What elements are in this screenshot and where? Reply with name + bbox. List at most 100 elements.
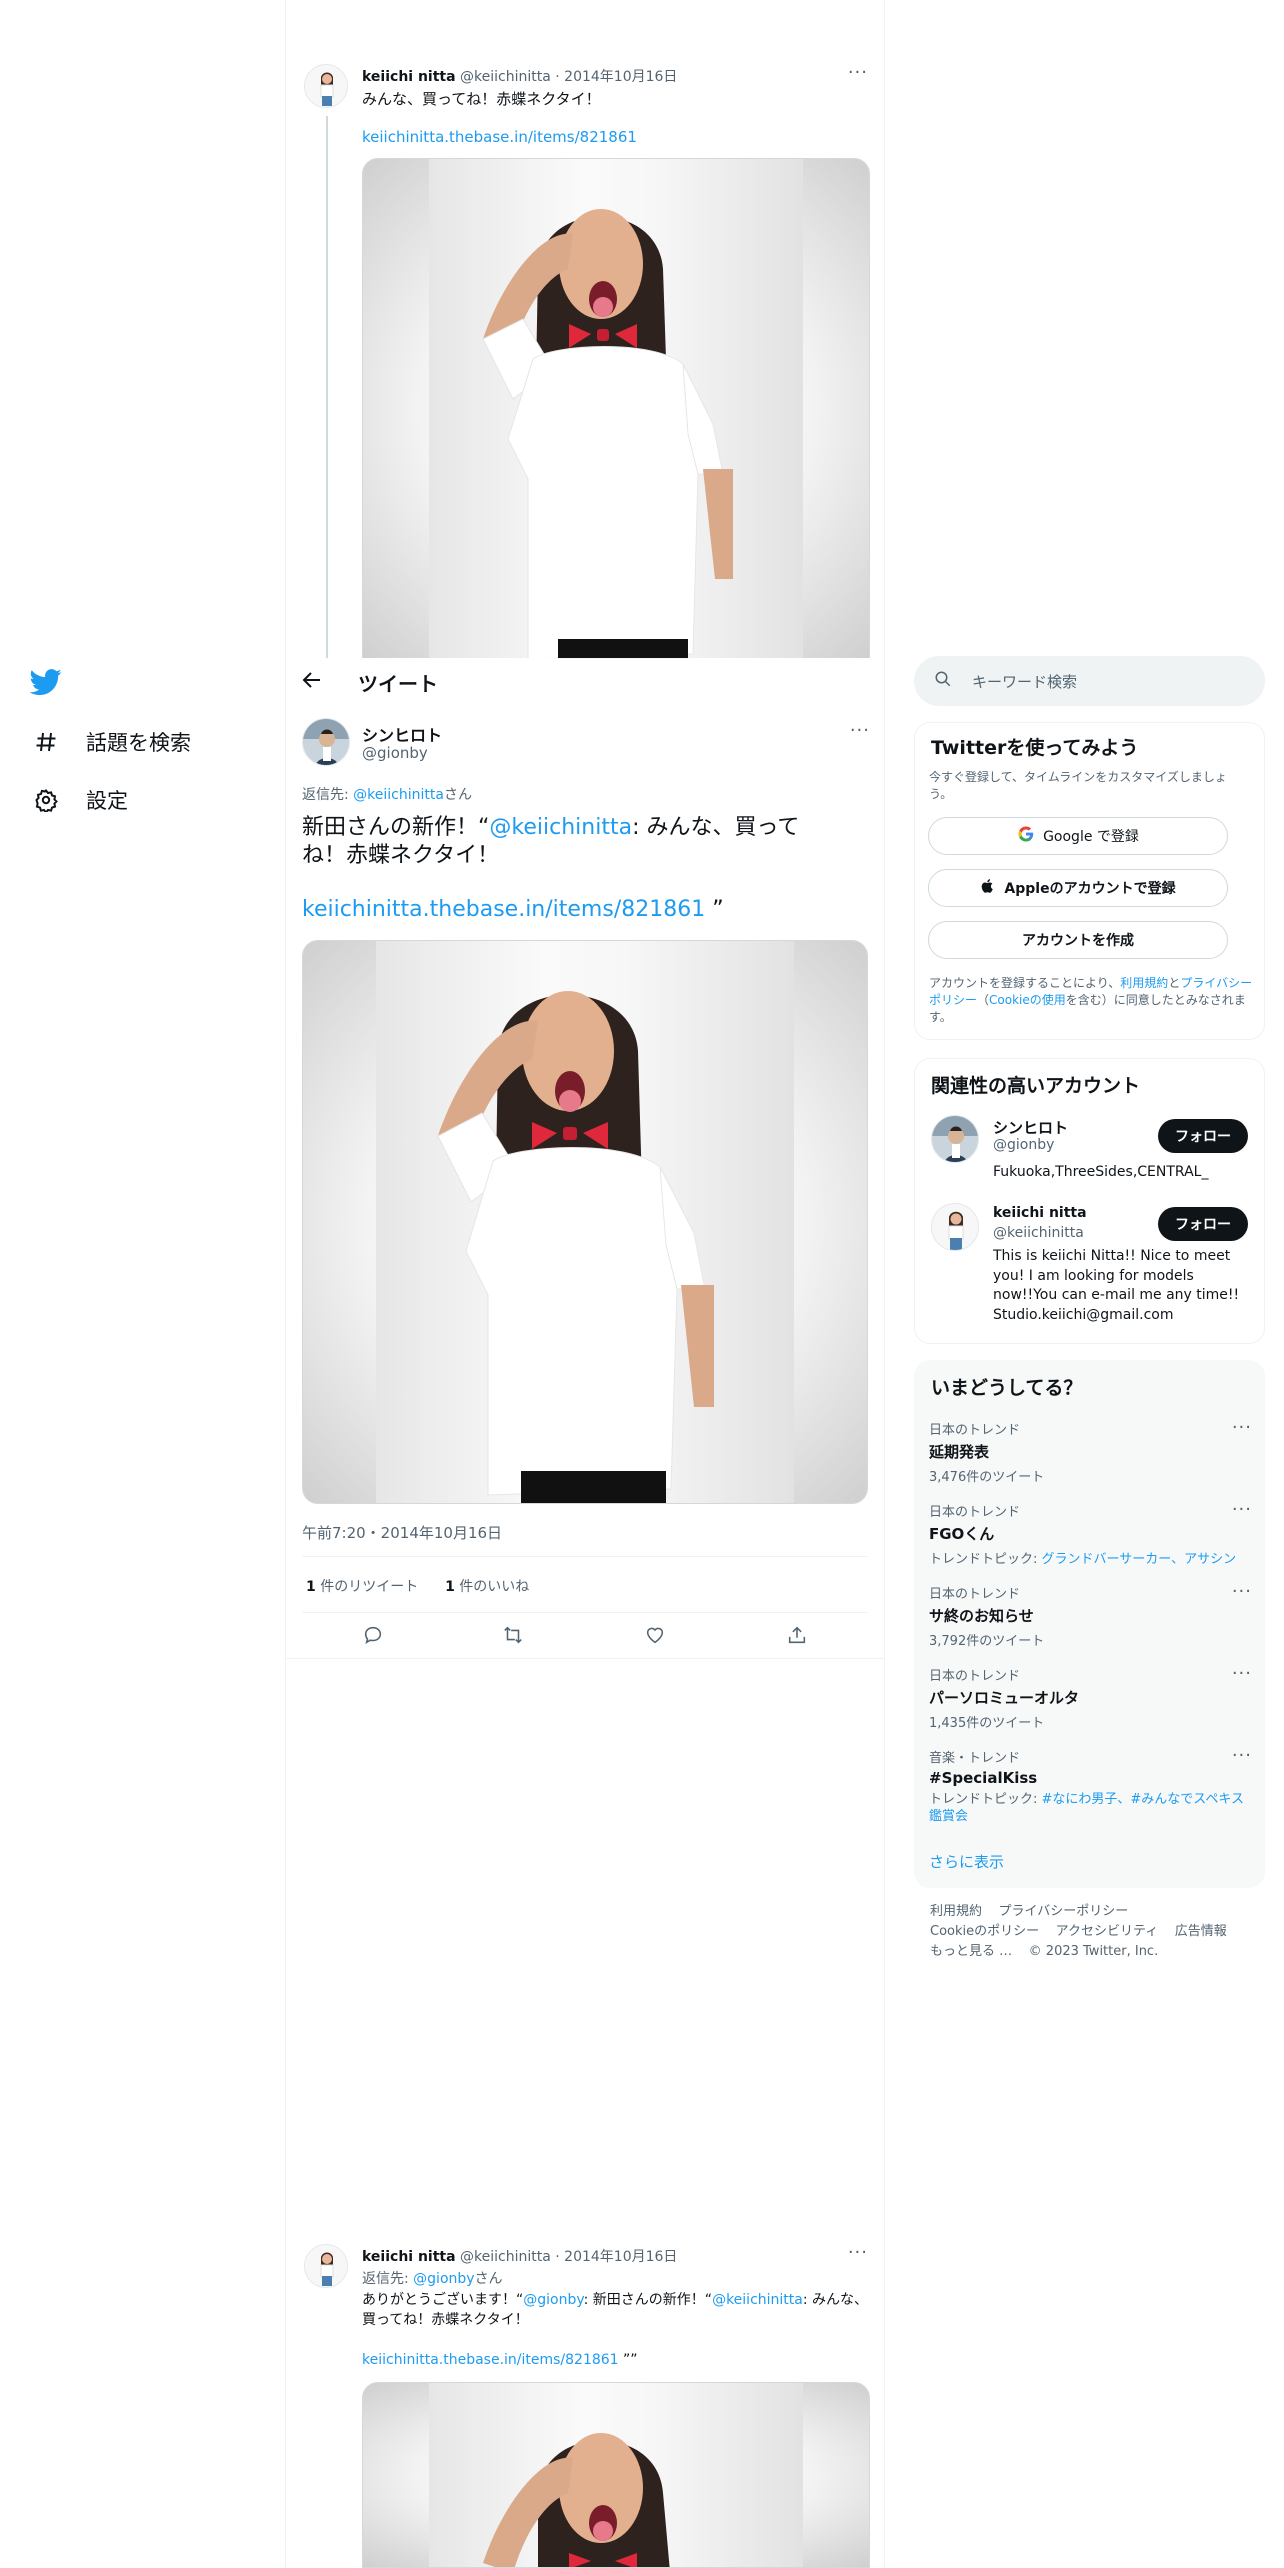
author-name[interactable]: シンヒロト [362,722,442,746]
account-handle[interactable]: @keiichinitta [993,1225,1084,1241]
account-name[interactable]: keiichi nitta [993,1205,1087,1221]
trend-meta: トレンドトピック: グランドバーサーカー、アサシン [929,1548,1254,1567]
account-row[interactable]: シンヒロト @gionby フォロー Fukuoka,ThreeSides,CE… [915,1113,1264,1199]
tweet-date[interactable]: 2014年10月16日 [564,2249,677,2265]
follow-button[interactable]: フォロー [1158,1207,1248,1241]
more-options-icon[interactable]: ··· [1232,1581,1252,1602]
reply-tweet[interactable]: keiichi nitta @keiichinitta · 2014年10月16… [302,2240,872,2568]
trends-title: いまどうしてる？ [931,1377,1083,1399]
tweet-photo[interactable] [362,2382,870,2568]
reply-mention[interactable]: @keiichinitta [353,787,444,803]
terms-link[interactable]: 利用規約 [1120,976,1168,990]
tweet-photo[interactable] [302,940,868,1504]
footer-link[interactable]: 広告情報 [1175,1924,1227,1939]
mention-link[interactable]: @gionby [523,2292,583,2308]
more-options-icon[interactable]: ··· [1232,1745,1252,1766]
create-account-button[interactable]: アカウントを作成 [928,921,1228,959]
avatar[interactable] [304,2244,348,2288]
trend-topic-link[interactable]: グランドバーサーカー、アサシン [1042,1552,1237,1567]
tweet-photo[interactable] [362,158,870,660]
terms-text: と [1168,976,1181,990]
terms-text: （ [977,993,990,1007]
retweet-stat[interactable]: 1 件のリツイート [306,1579,418,1595]
mention-link[interactable]: @keiichinitta [712,2292,803,2308]
follow-button[interactable]: フォロー [1158,1119,1248,1153]
retweet-label: 件のリツイート [315,1579,419,1595]
trend-item[interactable]: 日本のトレンド 延期発表 3,476件のツイート ··· [929,1417,1254,1485]
like-icon[interactable] [644,1624,666,1650]
trend-meta: トレンドトピック: #なにわ男子、#みんなでスペキス鑑賞会 [929,1791,1254,1825]
footer-link[interactable]: プライバシーポリシー [999,1904,1129,1919]
trend-meta-prefix: トレンドトピック: [929,1552,1042,1567]
copyright: © 2023 Twitter, Inc. [1028,1944,1159,1959]
trend-name: 延期発表 [929,1443,990,1461]
author-name[interactable]: keiichi nitta [362,69,456,85]
reply-mention[interactable]: @gionby [413,2271,474,2287]
tweet-timestamp[interactable]: 午前7:20・2014年10月16日 [302,1522,502,1543]
cookie-link[interactable]: Cookieの使用 [989,993,1066,1007]
more-options-icon[interactable]: ··· [848,62,868,83]
separator: · [555,69,560,85]
parent-tweet[interactable]: keiichi nitta @keiichinitta · 2014年10月16… [302,60,872,660]
tweet-link[interactable]: keiichinitta.thebase.in/items/821861 [302,897,705,922]
signup-title: Twitterを使ってみよう [931,737,1139,759]
account-row[interactable]: keiichi nitta @keiichinitta フォロー This is… [915,1201,1264,1341]
reply-prefix: 返信先: [362,2271,414,2287]
back-arrow-icon[interactable] [300,668,328,696]
divider [286,1658,884,1659]
apple-signup-button[interactable]: Appleのアカウントで登録 [928,869,1228,907]
avatar[interactable] [931,1203,979,1251]
reply-icon[interactable] [362,1624,384,1650]
share-icon[interactable] [786,1624,808,1650]
twitter-logo-icon[interactable] [29,666,66,702]
text-part: ありがとうございます！“ [362,2292,524,2308]
reply-context: 返信先: @keiichinittaさん [302,784,472,804]
trend-item[interactable]: 日本のトレンド FGOくん トレンドトピック: グランドバーサーカー、アサシン … [929,1499,1254,1567]
tweet-link[interactable]: keiichinitta.thebase.in/items/821861 [362,2352,619,2368]
retweet-icon[interactable] [502,1624,524,1650]
google-signup-label: Google で登録 [1043,829,1139,845]
sidebar-footer: 利用規約 プライバシーポリシー Cookieのポリシー アクセシビリティ 広告情… [930,1902,1260,1962]
trend-item[interactable]: 音楽・トレンド #SpecialKiss トレンドトピック: #なにわ男子、#み… [929,1745,1254,1825]
trend-meta: 3,792件のツイート [929,1634,1045,1649]
show-more-link[interactable]: さらに表示 [929,1851,1004,1872]
search-box[interactable]: キーワード検索 [914,656,1265,706]
gear-icon [32,786,60,814]
author-name[interactable]: keiichi nitta [362,2249,456,2265]
nav-item-label: 話題を検索 [86,731,191,755]
search-input[interactable]: キーワード検索 [972,671,1077,692]
footer-link[interactable]: 利用規約 [930,1904,982,1919]
avatar[interactable] [304,64,348,108]
tweet-link[interactable]: keiichinitta.thebase.in/items/821861 [362,128,637,146]
more-options-icon[interactable]: ··· [850,720,870,741]
nav-item-explore[interactable]: 話題を検索 [32,727,191,757]
related-accounts-card: 関連性の高いアカウント シンヒロト @gionby フォロー Fukuoka,T… [914,1058,1265,1344]
avatar[interactable] [931,1115,979,1163]
trend-category: 音楽・トレンド [929,1751,1021,1766]
tweet-text: ありがとうございます！“@gionby: 新田さんの新作！“@keiichini… [362,2290,870,2330]
mention-link[interactable]: @keiichinitta [489,815,632,840]
trend-meta-prefix: トレンドトピック: [929,1792,1042,1807]
footer-link[interactable]: アクセシビリティ [1056,1924,1159,1939]
action-bar [302,1620,868,1658]
footer-link[interactable]: もっと見る … [930,1944,1012,1959]
more-options-icon[interactable]: ··· [1232,1417,1252,1438]
account-handle[interactable]: @gionby [993,1137,1054,1153]
text-part: : 新田さんの新作！“ [583,2292,713,2308]
author-handle[interactable]: @gionby [362,744,428,762]
footer-link[interactable]: Cookieのポリシー [930,1924,1039,1939]
google-signup-button[interactable]: Google で登録 [928,817,1228,855]
author-handle[interactable]: @keiichinitta [460,2249,551,2265]
apple-signup-label: Appleのアカウントで登録 [1004,881,1176,897]
author-handle[interactable]: @keiichinitta [460,69,551,85]
trend-item[interactable]: 日本のトレンド パーソロミューオルタ 1,435件のツイート ··· [929,1663,1254,1731]
more-options-icon[interactable]: ··· [1232,1663,1252,1684]
more-options-icon[interactable]: ··· [848,2242,868,2263]
trend-item[interactable]: 日本のトレンド サ終のお知らせ 3,792件のツイート ··· [929,1581,1254,1649]
avatar[interactable] [302,718,350,766]
tweet-date[interactable]: 2014年10月16日 [564,69,677,85]
like-stat[interactable]: 1 件のいいね [445,1579,529,1595]
nav-item-settings[interactable]: 設定 [32,785,128,815]
account-name[interactable]: シンヒロト [993,1117,1068,1138]
more-options-icon[interactable]: ··· [1232,1499,1252,1520]
